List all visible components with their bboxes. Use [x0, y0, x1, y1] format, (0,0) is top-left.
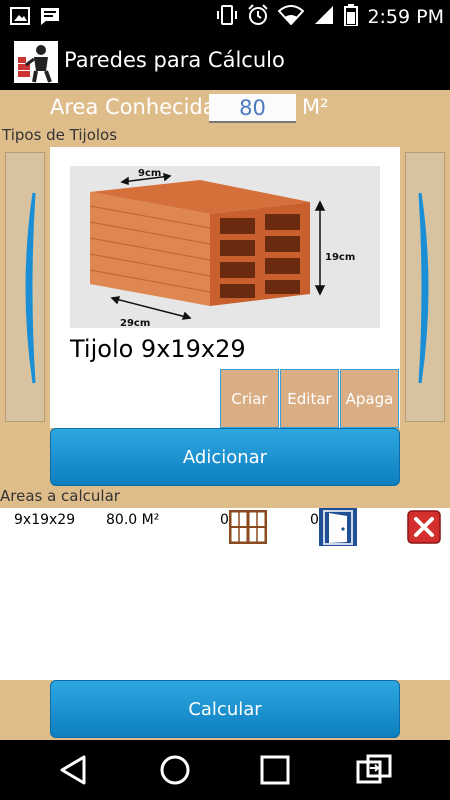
door-icon[interactable] [319, 508, 357, 550]
message-icon [40, 6, 60, 30]
calcular-button[interactable]: Calcular [50, 680, 400, 738]
areas-list: 9x19x29 80.0 M² 0 0 [0, 508, 450, 680]
app-title: Paredes para Cálculo [64, 48, 285, 72]
chevron-left-icon [25, 192, 36, 384]
signal-icon [313, 4, 335, 30]
dimension-height-label: 19cm [325, 252, 355, 263]
row-tijolo: 9x19x29 [14, 512, 76, 528]
delete-row-icon[interactable] [407, 510, 441, 548]
previous-brick-button[interactable] [5, 152, 45, 422]
areas-a-calcular-label: Areas a calcular [0, 487, 120, 505]
brick-name: Tijolo 9x19x29 [70, 335, 246, 363]
image-icon [10, 6, 30, 30]
back-icon[interactable] [58, 754, 90, 790]
window-icon[interactable] [228, 509, 268, 548]
criar-button[interactable]: Criar [220, 369, 279, 428]
dimension-width-label: 9cm [138, 168, 161, 179]
chevron-right-icon [418, 192, 429, 384]
system-nav-bar [0, 740, 450, 800]
dimension-length-label: 29cm [120, 318, 150, 328]
area-conhecida-label: Area Conhecida [50, 95, 216, 119]
clock-time: 2:59 PM [367, 5, 444, 28]
area-conhecida-input[interactable] [209, 94, 296, 123]
recents-icon[interactable] [259, 754, 291, 790]
list-item: 9x19x29 80.0 M² 0 0 [0, 508, 450, 548]
brick-image: 9cm 19cm 29cm [70, 166, 380, 329]
next-brick-button[interactable] [405, 152, 445, 422]
adicionar-button[interactable]: Adicionar [50, 428, 400, 486]
bricklayer-app-icon [14, 41, 58, 83]
action-bar: Paredes para Cálculo [0, 33, 450, 90]
switch-app-icon[interactable] [356, 754, 392, 790]
home-icon[interactable] [159, 754, 191, 790]
apaga-button[interactable]: Apaga [340, 369, 399, 428]
alarm-icon [247, 3, 269, 30]
status-bar: 2:59 PM [0, 0, 450, 33]
row-portas-count: 0 [310, 512, 319, 528]
wifi-icon [277, 4, 305, 29]
area-unit-label: M² [302, 95, 329, 119]
row-janelas-count: 0 [220, 512, 229, 528]
tipos-de-tijolos-label: Tipos de Tijolos [2, 126, 118, 144]
phone-vibrate-icon [216, 4, 238, 30]
brick-card: 9cm 19cm 29cm Tijolo 9x19x29 Criar Edita… [50, 147, 400, 428]
content-area: Area Conhecida M² Tipos de Tijolos [0, 90, 450, 740]
battery-icon [344, 3, 359, 30]
row-area: 80.0 M² [106, 512, 160, 528]
editar-button[interactable]: Editar [280, 369, 339, 428]
